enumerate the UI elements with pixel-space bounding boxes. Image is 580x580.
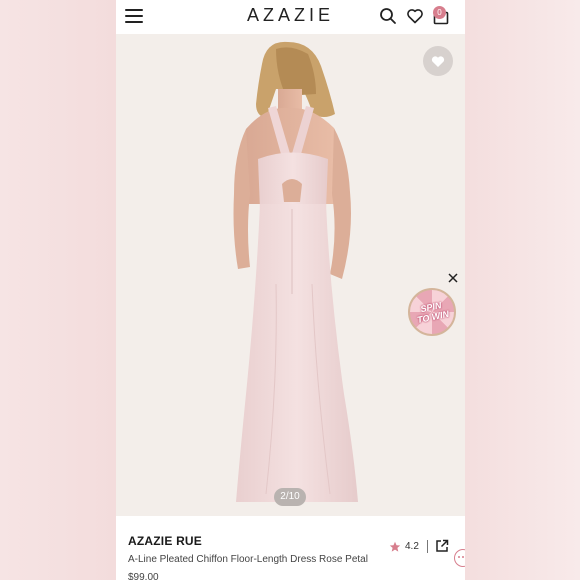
star-icon xyxy=(389,541,401,552)
background-right xyxy=(464,0,580,580)
bag-count-badge: 0 xyxy=(433,6,446,19)
background-left xyxy=(0,0,116,580)
search-icon[interactable] xyxy=(379,7,397,25)
app-screen: AZAZIE 0 2/10 SPIN TO WIN AZAZIE RUE A-L… xyxy=(116,0,465,580)
share-icon[interactable] xyxy=(435,539,449,553)
chat-icon[interactable] xyxy=(454,549,465,567)
wishlist-heart-icon xyxy=(431,56,445,67)
close-icon[interactable] xyxy=(446,271,460,285)
spin-to-win-button[interactable]: SPIN TO WIN xyxy=(408,288,456,336)
divider xyxy=(427,540,428,553)
product-price: $99.00 xyxy=(128,572,159,580)
wishlist-button[interactable] xyxy=(423,46,453,76)
dress-model-illustration xyxy=(116,34,465,516)
product-rating[interactable]: 4.2 xyxy=(405,541,419,552)
image-counter: 2/10 xyxy=(274,488,306,506)
product-name: A-Line Pleated Chiffon Floor-Length Dres… xyxy=(128,554,368,565)
product-image[interactable] xyxy=(116,34,465,516)
heart-icon[interactable] xyxy=(406,7,424,25)
top-navigation-bar: AZAZIE 0 xyxy=(116,0,465,34)
product-info: AZAZIE RUE A-Line Pleated Chiffon Floor-… xyxy=(116,516,465,580)
product-brand: AZAZIE RUE xyxy=(128,534,202,548)
